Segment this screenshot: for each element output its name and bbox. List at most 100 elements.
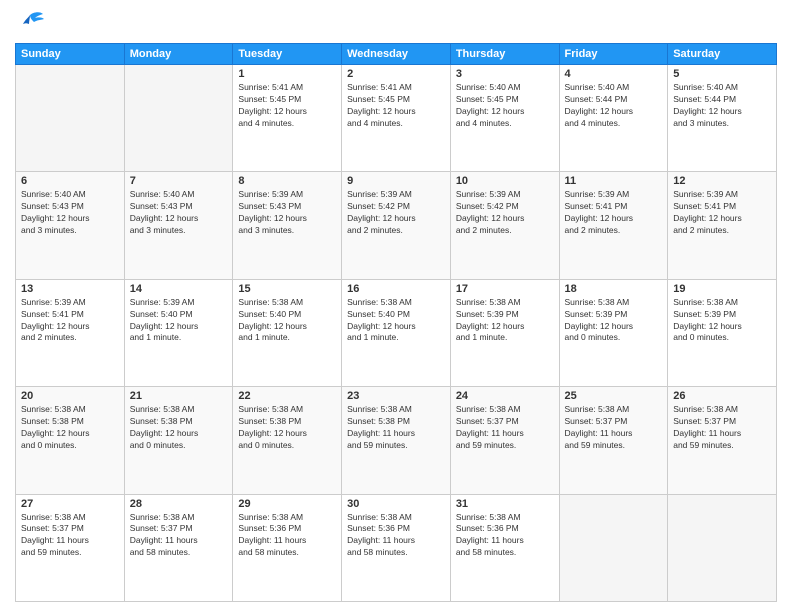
day-info: Sunrise: 5:40 AM Sunset: 5:44 PM Dayligh… [673,82,771,130]
day-number: 21 [130,390,228,402]
day-info: Sunrise: 5:38 AM Sunset: 5:36 PM Dayligh… [347,512,445,560]
day-info: Sunrise: 5:39 AM Sunset: 5:41 PM Dayligh… [673,189,771,237]
day-info: Sunrise: 5:39 AM Sunset: 5:42 PM Dayligh… [456,189,554,237]
logo [15,10,49,35]
day-info: Sunrise: 5:38 AM Sunset: 5:39 PM Dayligh… [673,297,771,345]
day-number: 28 [130,498,228,510]
day-cell: 24 Sunrise: 5:38 AM Sunset: 5:37 PM Dayli… [450,387,559,494]
day-info: Sunrise: 5:40 AM Sunset: 5:45 PM Dayligh… [456,82,554,130]
day-number: 31 [456,498,554,510]
day-cell: 15 Sunrise: 5:38 AM Sunset: 5:40 PM Dayli… [233,279,342,386]
day-cell: 30 Sunrise: 5:38 AM Sunset: 5:36 PM Dayli… [342,494,451,601]
header-cell-monday: Monday [124,44,233,65]
logo-icon [15,10,45,35]
day-info: Sunrise: 5:40 AM Sunset: 5:44 PM Dayligh… [565,82,663,130]
header-cell-sunday: Sunday [16,44,125,65]
day-info: Sunrise: 5:38 AM Sunset: 5:38 PM Dayligh… [347,404,445,452]
day-cell: 28 Sunrise: 5:38 AM Sunset: 5:37 PM Dayli… [124,494,233,601]
day-number: 27 [21,498,119,510]
day-number: 2 [347,68,445,80]
header-cell-saturday: Saturday [668,44,777,65]
day-info: Sunrise: 5:39 AM Sunset: 5:42 PM Dayligh… [347,189,445,237]
day-number: 16 [347,283,445,295]
day-number: 17 [456,283,554,295]
day-cell: 29Sunrise: 5:38 AM Sunset: 5:36 PM Dayli… [233,494,342,601]
day-cell: 13 Sunrise: 5:39 AM Sunset: 5:41 PM Dayli… [16,279,125,386]
day-cell: 22Sunrise: 5:38 AM Sunset: 5:38 PM Dayli… [233,387,342,494]
day-cell: 26 Sunrise: 5:38 AM Sunset: 5:37 PM Dayli… [668,387,777,494]
day-number: 24 [456,390,554,402]
day-cell: 23 Sunrise: 5:38 AM Sunset: 5:38 PM Dayli… [342,387,451,494]
calendar: SundayMondayTuesdayWednesdayThursdayFrid… [15,43,777,602]
day-number: 13 [21,283,119,295]
day-cell: 7 Sunrise: 5:40 AM Sunset: 5:43 PM Daylig… [124,172,233,279]
header-cell-thursday: Thursday [450,44,559,65]
day-info: Sunrise: 5:38 AM Sunset: 5:38 PM Dayligh… [130,404,228,452]
day-number: 8 [238,175,336,187]
day-cell: 1 Sunrise: 5:41 AM Sunset: 5:45 PM Daylig… [233,65,342,172]
day-cell: 16Sunrise: 5:38 AM Sunset: 5:40 PM Dayli… [342,279,451,386]
day-cell [124,65,233,172]
day-number: 1 [238,68,336,80]
day-cell: 27Sunrise: 5:38 AM Sunset: 5:37 PM Dayli… [16,494,125,601]
day-info: Sunrise: 5:38 AM Sunset: 5:38 PM Dayligh… [21,404,119,452]
day-number: 10 [456,175,554,187]
day-cell [16,65,125,172]
week-row-3: 20 Sunrise: 5:38 AM Sunset: 5:38 PM Dayli… [16,387,777,494]
header-cell-friday: Friday [559,44,668,65]
day-cell: 21 Sunrise: 5:38 AM Sunset: 5:38 PM Dayli… [124,387,233,494]
day-cell: 31 Sunrise: 5:38 AM Sunset: 5:36 PM Dayli… [450,494,559,601]
day-number: 20 [21,390,119,402]
day-info: Sunrise: 5:40 AM Sunset: 5:43 PM Dayligh… [21,189,119,237]
header [15,10,777,35]
day-cell: 17 Sunrise: 5:38 AM Sunset: 5:39 PM Dayli… [450,279,559,386]
day-cell: 14 Sunrise: 5:39 AM Sunset: 5:40 PM Dayli… [124,279,233,386]
day-info: Sunrise: 5:41 AM Sunset: 5:45 PM Dayligh… [238,82,336,130]
day-cell: 8Sunrise: 5:39 AM Sunset: 5:43 PM Daylig… [233,172,342,279]
day-cell [559,494,668,601]
header-row: SundayMondayTuesdayWednesdayThursdayFrid… [16,44,777,65]
day-cell: 4 Sunrise: 5:40 AM Sunset: 5:44 PM Daylig… [559,65,668,172]
day-number: 4 [565,68,663,80]
day-number: 26 [673,390,771,402]
day-number: 7 [130,175,228,187]
day-number: 14 [130,283,228,295]
day-cell: 6 Sunrise: 5:40 AM Sunset: 5:43 PM Daylig… [16,172,125,279]
calendar-body: 1 Sunrise: 5:41 AM Sunset: 5:45 PM Daylig… [16,65,777,602]
week-row-0: 1 Sunrise: 5:41 AM Sunset: 5:45 PM Daylig… [16,65,777,172]
day-cell: 20 Sunrise: 5:38 AM Sunset: 5:38 PM Dayli… [16,387,125,494]
day-info: Sunrise: 5:38 AM Sunset: 5:38 PM Dayligh… [238,404,336,452]
day-info: Sunrise: 5:38 AM Sunset: 5:39 PM Dayligh… [565,297,663,345]
day-info: Sunrise: 5:40 AM Sunset: 5:43 PM Dayligh… [130,189,228,237]
day-number: 15 [238,283,336,295]
day-info: Sunrise: 5:39 AM Sunset: 5:41 PM Dayligh… [565,189,663,237]
day-cell: 2Sunrise: 5:41 AM Sunset: 5:45 PM Daylig… [342,65,451,172]
day-info: Sunrise: 5:38 AM Sunset: 5:36 PM Dayligh… [456,512,554,560]
day-number: 6 [21,175,119,187]
day-cell: 3 Sunrise: 5:40 AM Sunset: 5:45 PM Daylig… [450,65,559,172]
day-info: Sunrise: 5:38 AM Sunset: 5:40 PM Dayligh… [238,297,336,345]
day-number: 9 [347,175,445,187]
day-info: Sunrise: 5:38 AM Sunset: 5:39 PM Dayligh… [456,297,554,345]
day-number: 3 [456,68,554,80]
calendar-header: SundayMondayTuesdayWednesdayThursdayFrid… [16,44,777,65]
day-cell: 12 Sunrise: 5:39 AM Sunset: 5:41 PM Dayli… [668,172,777,279]
day-number: 11 [565,175,663,187]
day-cell: 11 Sunrise: 5:39 AM Sunset: 5:41 PM Dayli… [559,172,668,279]
day-cell: 9 Sunrise: 5:39 AM Sunset: 5:42 PM Daylig… [342,172,451,279]
day-info: Sunrise: 5:38 AM Sunset: 5:37 PM Dayligh… [130,512,228,560]
week-row-4: 27 Sunrise: 5:38 AM Sunset: 5:37 PM Dayli… [16,494,777,601]
day-info: Sunrise: 5:38 AM Sunset: 5:36 PM Dayligh… [238,512,336,560]
day-info: Sunrise: 5:38 AM Sunset: 5:37 PM Dayligh… [673,404,771,452]
day-number: 23 [347,390,445,402]
day-number: 25 [565,390,663,402]
day-cell: 19Sunrise: 5:38 AM Sunset: 5:39 PM Dayli… [668,279,777,386]
day-cell: 10 Sunrise: 5:39 AM Sunset: 5:42 PM Dayli… [450,172,559,279]
day-number: 30 [347,498,445,510]
day-info: Sunrise: 5:38 AM Sunset: 5:37 PM Dayligh… [456,404,554,452]
day-info: Sunrise: 5:38 AM Sunset: 5:37 PM Dayligh… [565,404,663,452]
week-row-2: 13 Sunrise: 5:39 AM Sunset: 5:41 PM Dayli… [16,279,777,386]
day-number: 12 [673,175,771,187]
day-info: Sunrise: 5:39 AM Sunset: 5:41 PM Dayligh… [21,297,119,345]
day-info: Sunrise: 5:39 AM Sunset: 5:40 PM Dayligh… [130,297,228,345]
